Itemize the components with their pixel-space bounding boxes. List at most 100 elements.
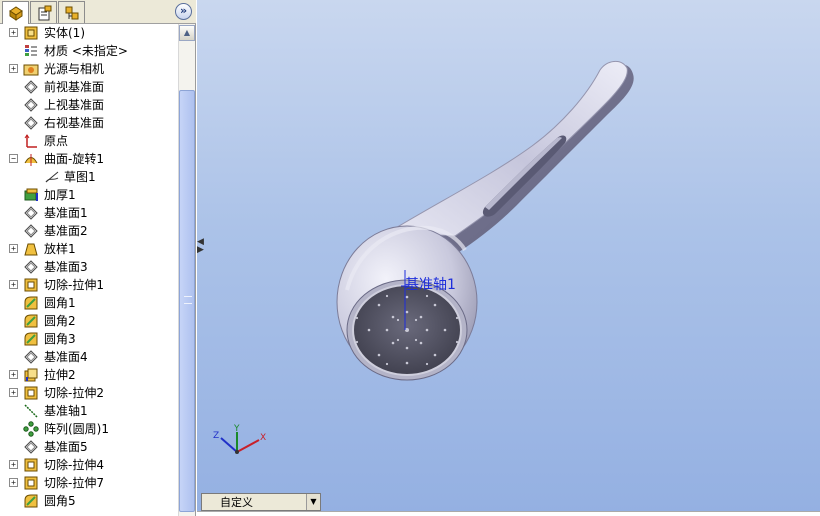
- view-triad: X Y Z: [213, 424, 266, 454]
- tree-item[interactable]: + 拉伸2: [0, 366, 178, 384]
- tree-item[interactable]: + 实体(1): [0, 24, 178, 42]
- feature-manager-tab[interactable]: [2, 1, 29, 24]
- tree-item-label: 基准面2: [44, 224, 88, 238]
- tree-item-label: 曲面-旋转1: [44, 152, 104, 166]
- tree-item-label: 基准面1: [44, 206, 88, 220]
- cut-extrude-icon: [24, 278, 38, 292]
- cut-extrude-icon: [24, 476, 38, 490]
- tree-item-label: 切除-拉伸4: [44, 458, 104, 472]
- tree-item[interactable]: 圆角5: [0, 492, 178, 510]
- tree-item-label: 草图1: [64, 170, 96, 184]
- tree-item[interactable]: 阵列(圆周)1: [0, 420, 178, 438]
- tree-item[interactable]: + 切除-拉伸1: [0, 276, 178, 294]
- revolve-surface-icon: [24, 154, 38, 166]
- tree-item-label: 基准面4: [44, 350, 88, 364]
- tree-item-label: 光源与相机: [44, 62, 105, 76]
- loft-icon: [24, 243, 38, 256]
- tree-item[interactable]: 原点: [0, 132, 178, 150]
- tree-item-label: 基准面5: [44, 440, 88, 454]
- scroll-up-arrow[interactable]: ▲: [179, 25, 195, 41]
- solid-bodies-icon: [24, 26, 38, 40]
- tree-item[interactable]: + 光源与相机: [0, 60, 178, 78]
- configuration-dropdown[interactable]: 自定义 ▼: [201, 493, 321, 511]
- property-manager-icon: [38, 5, 51, 20]
- cut-extrude-icon: [24, 386, 38, 400]
- lights-cameras-icon: [23, 64, 39, 76]
- feature-manager-icon: [8, 6, 23, 21]
- tree-item[interactable]: 圆角2: [0, 312, 178, 330]
- scrollbar-thumb[interactable]: [179, 90, 195, 512]
- tree-item[interactable]: 基准面2: [0, 222, 178, 240]
- expand-node-icon[interactable]: +: [9, 388, 18, 397]
- fillet-icon: [24, 314, 38, 328]
- showerhead-handle: [387, 61, 634, 252]
- tree-item[interactable]: + 放样1: [0, 240, 178, 258]
- tree-item[interactable]: 右视基准面: [0, 114, 178, 132]
- tree-item[interactable]: 基准面1: [0, 204, 178, 222]
- tree-item-label: 切除-拉伸1: [44, 278, 104, 292]
- tree-item[interactable]: 基准轴1: [0, 402, 178, 420]
- tree-item-label: 圆角5: [44, 494, 76, 508]
- tree-item[interactable]: 加厚1: [0, 186, 178, 204]
- tree-item-label: 材质 <未指定>: [44, 44, 128, 58]
- feature-tree: + 实体(1) 材质 <未指定> + 光源与相机前视基准面上视基准面右视基准面原点 − 曲面…: [0, 24, 178, 516]
- tree-item[interactable]: 上视基准面: [0, 96, 178, 114]
- tree-item-label: 加厚1: [44, 188, 76, 202]
- expand-node-icon[interactable]: +: [9, 280, 18, 289]
- expand-node-icon[interactable]: +: [9, 370, 18, 379]
- tree-item[interactable]: − 曲面-旋转1: [0, 150, 178, 168]
- tree-item[interactable]: 基准面3: [0, 258, 178, 276]
- expand-node-icon[interactable]: +: [9, 28, 18, 37]
- tree-scrollbar[interactable]: ▲: [178, 24, 195, 516]
- expand-node-icon[interactable]: +: [9, 478, 18, 487]
- plane-icon: [24, 260, 38, 274]
- plane-icon: [24, 350, 38, 364]
- configuration-manager-tab[interactable]: [58, 1, 85, 23]
- tree-item[interactable]: 圆角1: [0, 294, 178, 312]
- model-canvas: X Y Z: [213, 61, 634, 454]
- tree-item[interactable]: 圆角3: [0, 330, 178, 348]
- collapse-node-icon[interactable]: −: [9, 154, 18, 163]
- tree-item-label: 上视基准面: [44, 98, 105, 112]
- sketch-icon: [45, 171, 59, 183]
- tree-item-label: 拉伸2: [44, 368, 76, 382]
- collapse-panel-button[interactable]: »: [175, 3, 192, 20]
- tree-item[interactable]: + 切除-拉伸2: [0, 384, 178, 402]
- tree-item-label: 切除-拉伸2: [44, 386, 104, 400]
- manager-tab-bar: »: [0, 0, 196, 24]
- tree-item[interactable]: + 切除-拉伸4: [0, 456, 178, 474]
- tree-item[interactable]: 材质 <未指定>: [0, 42, 178, 60]
- tree-item-label: 基准轴1: [44, 404, 88, 418]
- plane-icon: [24, 98, 38, 112]
- fillet-icon: [24, 296, 38, 310]
- tree-item[interactable]: + 切除-拉伸7: [0, 474, 178, 492]
- configuration-value: 自定义: [220, 496, 253, 509]
- tree-item-label: 右视基准面: [44, 116, 105, 130]
- expand-node-icon[interactable]: +: [9, 244, 18, 253]
- tree-item[interactable]: 草图1: [0, 168, 178, 186]
- tree-item-label: 切除-拉伸7: [44, 476, 104, 490]
- plane-icon: [24, 206, 38, 220]
- tree-item-label: 阵列(圆周)1: [44, 422, 109, 436]
- configuration-manager-icon: [65, 6, 78, 19]
- axis-icon: [24, 404, 38, 418]
- bottom-border: [197, 511, 820, 516]
- expand-node-icon[interactable]: +: [9, 460, 18, 469]
- tree-item[interactable]: 基准面5: [0, 438, 178, 456]
- thicken-icon: [24, 188, 38, 201]
- tree-item[interactable]: 基准面4: [0, 348, 178, 366]
- triad-x-label: X: [260, 433, 266, 443]
- feature-manager-panel: » + 实体(1) 材质 <未指定> + 光源与相机 前视基准面 上视基准面 右视基准面 原点 −…: [0, 0, 196, 516]
- triad-y-label: Y: [233, 424, 240, 434]
- dropdown-arrow-icon[interactable]: ▼: [306, 494, 320, 510]
- cut-extrude-icon: [24, 458, 38, 472]
- property-manager-tab[interactable]: [30, 1, 57, 23]
- plane-icon: [24, 224, 38, 238]
- expand-node-icon[interactable]: +: [9, 64, 18, 73]
- material-icon: [25, 45, 37, 56]
- graphics-viewport[interactable]: ◀ ▶ X Y Z 基准轴1 自定义 ▼: [197, 0, 820, 516]
- tree-item[interactable]: 前视基准面: [0, 78, 178, 96]
- reference-axis-label[interactable]: 基准轴1: [405, 274, 456, 294]
- tree-item-label: 前视基准面: [44, 80, 105, 94]
- triad-z-label: Z: [213, 431, 219, 441]
